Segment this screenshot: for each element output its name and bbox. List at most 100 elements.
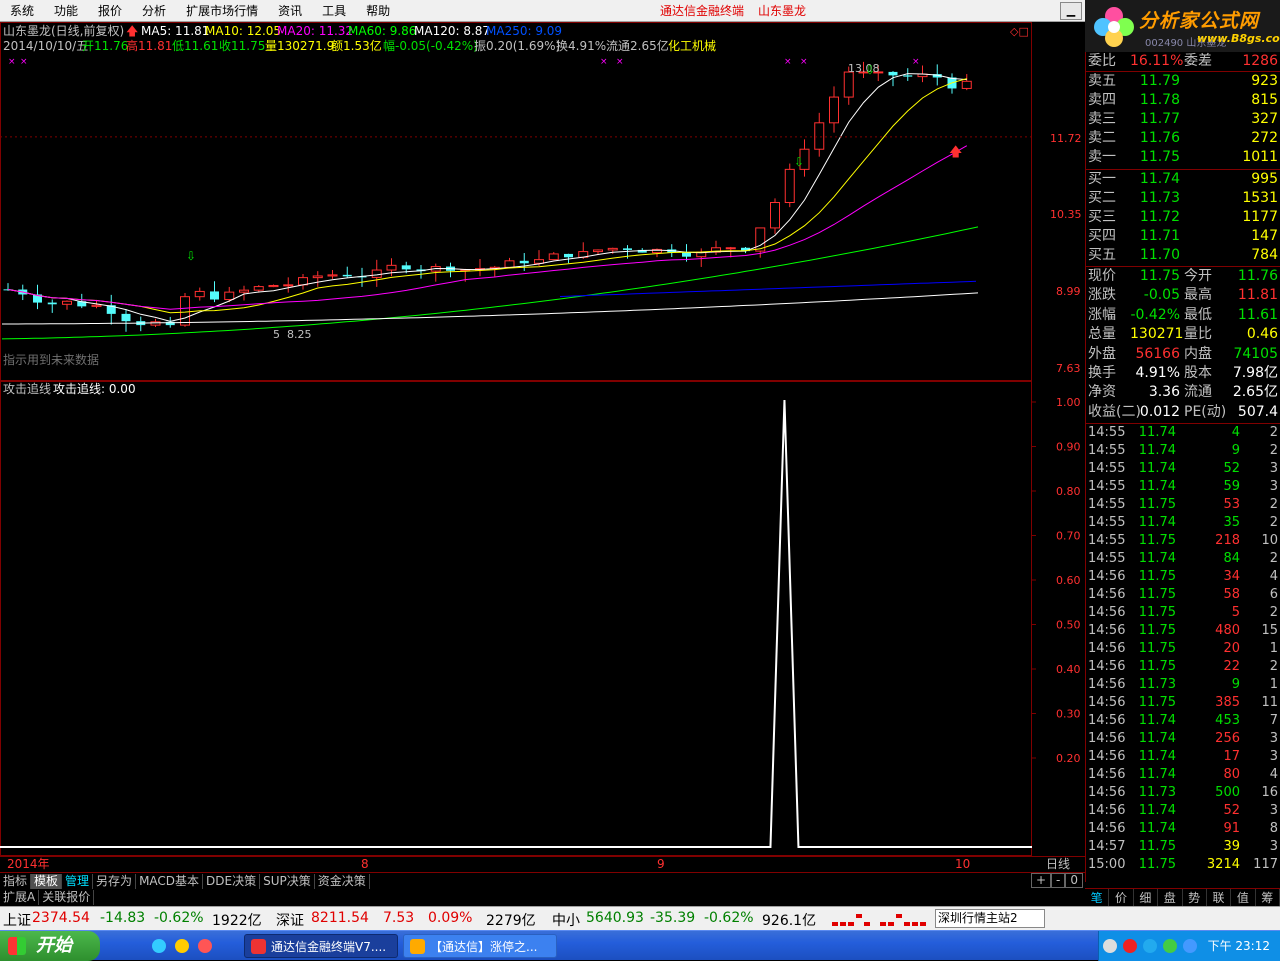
tab-sup[interactable]: SUP决策 [260,873,315,889]
zoom-reset-button[interactable]: 0 [1065,873,1083,888]
candle-body [298,277,308,286]
quote-row: 卖三 11.77 327 [1088,111,1278,127]
indicator-tick: 0.80 [1056,485,1081,498]
tab-manage[interactable]: 管理 [62,873,94,889]
panel-toggle-icon[interactable]: ◇□ [1010,25,1029,38]
start-button[interactable]: 开始 [0,931,100,961]
sz-index-amount: 2279亿 [486,913,536,929]
candle-body [770,201,780,229]
candle-body [623,248,632,250]
tray-icon[interactable] [1123,939,1137,953]
sh-index-value: 2374.54 [32,910,90,926]
extension-bar: 扩展A 关联报价 [0,889,1085,906]
price-tick: 8.99 [1056,285,1081,298]
tray-icon[interactable] [1163,939,1177,953]
server-select[interactable]: 深圳行情主站2 [935,909,1045,928]
minimize-button[interactable]: ▁ [1060,2,1082,20]
kline-chart-area[interactable]: 山东墨龙(日线,前复权) 🡅 MA5: 11.81 MA10: 12.05 MA… [0,22,1085,872]
stat-row: 涨跌 -0.05 最高 11.81 [1088,287,1278,304]
volume-label: 量130271.9 [265,39,334,53]
tab-dde[interactable]: DDE决策 [203,873,261,889]
signal-x-icon: × [20,57,28,67]
quote-row: 卖一 11.75 1011 [1088,149,1278,165]
menu-news[interactable]: 资讯 [268,0,312,22]
quote-row: 买二 11.73 1531 [1088,190,1278,206]
candle-body [253,286,264,291]
zoom-out-button[interactable]: - [1051,873,1066,888]
ma120-label: MA120: 8.87 [414,24,490,38]
price-tick: 11.72 [1050,132,1082,145]
quote-row: 买四 11.71 147 [1088,228,1278,244]
zoom-controls: + - 0 [1030,873,1083,888]
indicator-tick: 0.50 [1056,619,1081,632]
quote-row: 买五 11.70 784 [1088,247,1278,263]
taskbar-window-tdx[interactable]: 通达信金融终端V7.... [244,934,398,958]
date-tick: 9 [657,857,665,871]
candle-body [564,253,573,258]
logo-text: 分析家公式网 [1139,10,1260,32]
taskbar-window-browser[interactable]: 【通达信】涨停之... [403,934,557,958]
industry-label: 化工机械 [668,38,716,53]
menu-extended-market[interactable]: 扩展市场行情 [176,0,268,22]
ext-a-tab[interactable]: 扩展A [0,890,40,905]
quote-row: 卖四 11.78 815 [1088,92,1278,108]
quicklaunch-icon[interactable] [198,939,212,953]
tab-macd[interactable]: MACD基本 [136,873,204,889]
zoom-in-button[interactable]: + [1030,873,1052,888]
weibi-row: 委比 16.11% 委差 1286 [1088,53,1278,69]
menu-function[interactable]: 功能 [44,0,88,22]
tick-row: 14:56 11.75 5 2 [1088,605,1278,620]
index-status-bar: 上证 2374.54 -14.83 -0.62% 1922亿 深证 8211.5… [0,906,1280,930]
up-arrow-icon: 🡅 [126,24,138,38]
sh-index-change: -14.83 [100,910,146,926]
period-label[interactable]: 日线 [1046,857,1070,871]
menu-quote[interactable]: 报价 [88,0,132,22]
sme-index-value: 5640.93 [586,910,644,926]
menu-system[interactable]: 系统 [0,0,44,22]
indicator-tick: 0.70 [1056,530,1081,543]
indicator-axis: 1.00 0.90 0.80 0.70 0.60 0.50 0.40 0.30 0.20 [1032,396,1081,765]
up-arrow-icon: 🡅 [949,145,962,160]
tab-template[interactable]: 模板 [31,873,63,889]
tray-icon[interactable] [1103,939,1117,953]
clock: 下午 23:12 [1207,939,1270,953]
menu-analysis[interactable]: 分析 [132,0,176,22]
candle-body [312,275,323,279]
tick-row: 14:56 11.75 20 1 [1088,641,1278,656]
candle-body [814,122,825,150]
quicklaunch-icon[interactable] [175,939,189,953]
tray-icon[interactable] [1143,939,1157,953]
flower-logo-icon [1094,7,1134,47]
menu-help[interactable]: 帮助 [356,0,400,22]
candle-body [888,71,898,76]
candle-body [504,260,515,268]
tab-save-as[interactable]: 另存为 [93,873,137,889]
tick-row: 14:56 11.73 9 1 [1088,677,1278,692]
related-quote-tab[interactable]: 关联报价 [39,890,95,905]
tray-icon[interactable] [1183,939,1197,953]
signal-x-icon: × [912,57,920,67]
amount-label: 额1.53亿 [331,38,382,53]
tick-row: 14:55 11.74 9 2 [1088,443,1278,458]
logo-url: www.B8gs.com [1197,32,1280,45]
windows-flag-icon [8,937,26,955]
indicator-value: 攻击追线: 0.00 [53,381,136,396]
kline-chart-svg[interactable]: 山东墨龙(日线,前复权) 🡅 MA5: 11.81 MA10: 12.05 MA… [0,22,1085,872]
candle-body [210,291,219,300]
stat-row: 净资 3.36 流通 2.65亿 [1088,384,1278,401]
candle-body [386,264,397,271]
indicator-tick: 0.30 [1056,708,1081,721]
kline-marks: 13.088.255⇩⇩⇩🡅× × × × × × × [0,57,1031,341]
open-label: 开11.76 [82,39,128,53]
candle-body [150,321,161,326]
tick-row: 14:55 11.74 84 2 [1088,551,1278,566]
tab-indicator[interactable]: 指标 [0,873,32,889]
quicklaunch-icon[interactable] [152,939,166,953]
menu-tools[interactable]: 工具 [312,0,356,22]
candle-body [534,259,544,264]
date-tick: 8 [361,857,369,871]
ma-line [7,145,968,310]
low-marker-prefix: 5 [273,328,280,341]
tab-fund[interactable]: 资金决策 [315,873,370,889]
chart-tab-bar: 指标 模板 管理 另存为 MACD基本 DDE决策 SUP决策 资金决策 + -… [0,872,1085,889]
